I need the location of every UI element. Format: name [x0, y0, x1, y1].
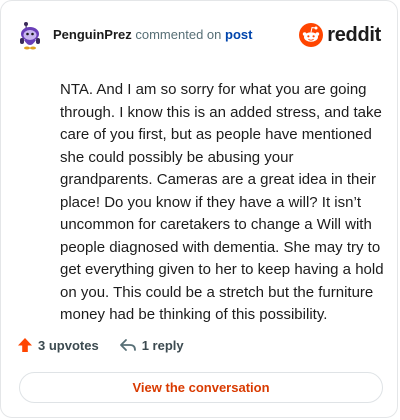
- replies-count[interactable]: 1 reply: [119, 337, 184, 353]
- reddit-logo[interactable]: reddit: [299, 23, 381, 47]
- penguin-snoo-avatar-icon: [20, 22, 40, 50]
- upvotes-count[interactable]: 3 upvotes: [17, 337, 99, 353]
- upvotes-label: 3 upvotes: [38, 337, 99, 353]
- reddit-wordmark: reddit: [327, 23, 381, 46]
- comment-header: PenguinPrez commented on post reddit: [17, 19, 381, 51]
- post-link[interactable]: post: [225, 27, 252, 42]
- upvote-arrow-icon: [18, 338, 32, 352]
- avatar[interactable]: [17, 20, 43, 50]
- view-conversation-button[interactable]: View the conversation: [19, 372, 383, 403]
- comment-footer: 3 upvotes 1 reply: [17, 337, 184, 353]
- action-text: commented on: [135, 27, 222, 42]
- replies-label: 1 reply: [141, 337, 184, 353]
- reply-arrow-icon: [119, 339, 136, 351]
- author-username[interactable]: PenguinPrez: [53, 27, 132, 42]
- comment-body: NTA. And I am so sorry for what you are …: [60, 81, 384, 323]
- comment-embed-card: PenguinPrez commented on post reddit NTA…: [0, 0, 398, 418]
- reddit-snoo-icon: [299, 23, 324, 47]
- comment-byline: PenguinPrez commented on post: [53, 27, 252, 43]
